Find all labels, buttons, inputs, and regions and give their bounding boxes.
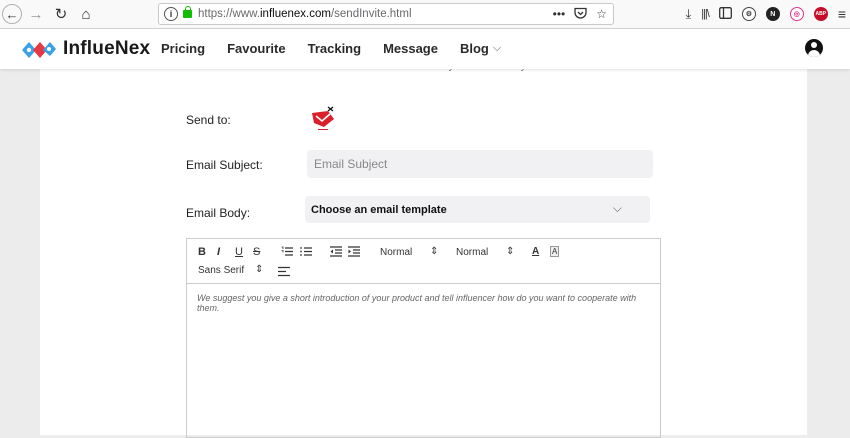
reload-icon[interactable]: ↻ [50, 3, 72, 25]
select-arrows-icon: ⇕ [255, 264, 264, 275]
user-account-icon[interactable] [805, 39, 823, 57]
download-icon[interactable]: ⤓ [685, 6, 691, 22]
email-template-select-value: Choose an email template [311, 203, 447, 216]
url-text[interactable]: https://www.influenex.com/sendInvite.htm… [198, 8, 412, 20]
home-icon[interactable]: ⌂ [75, 3, 97, 25]
main-menu: Pricing Favourite Tracking Message Blog ⌵ [161, 41, 545, 56]
extension-icon-2[interactable]: N [765, 7, 780, 21]
outdent-icon[interactable] [330, 246, 342, 260]
select-arrows-icon: ⇕ [430, 246, 439, 257]
heading-select-value: Normal [380, 247, 413, 258]
url-prefix: https://www. [198, 8, 260, 20]
pocket-icon[interactable] [574, 7, 587, 22]
editor-body[interactable]: We suggest you give a short introduction… [187, 284, 660, 322]
library-icon[interactable]: |||\ [701, 8, 710, 20]
size-select-value: Normal [456, 247, 489, 258]
indent-icon[interactable] [348, 246, 360, 260]
editor-toolbar: B I U S Normal ⇕ Normal ⇕ A A Sans Serif ⇕ [187, 239, 660, 284]
email-subject-input[interactable] [307, 150, 653, 178]
bold-button[interactable]: B [198, 246, 206, 258]
info-icon[interactable]: i [164, 7, 178, 21]
menu-item-message[interactable]: Message [383, 41, 438, 56]
background-color-icon[interactable]: A [550, 246, 560, 257]
back-icon[interactable]: ← [2, 4, 22, 24]
hamburger-menu-icon[interactable]: ≡ [838, 6, 846, 22]
abp-icon[interactable]: ABP [813, 7, 828, 21]
ordered-list-icon[interactable] [281, 246, 293, 260]
logo-icon[interactable] [19, 38, 57, 60]
menu-item-favourite[interactable]: Favourite [227, 41, 286, 56]
align-icon[interactable] [278, 266, 290, 280]
rich-text-editor: B I U S Normal ⇕ Normal ⇕ A A Sans Serif ⇕ [186, 238, 661, 438]
site-header: InflueNex Pricing Favourite Tracking Mes… [0, 29, 850, 69]
menu-item-blog[interactable]: Blog ⌵ [460, 41, 523, 56]
url-path: /sendInvite.html [330, 8, 412, 20]
font-select[interactable]: Sans Serif ⇕ [198, 264, 263, 276]
email-body-label: Email Body: [186, 206, 251, 220]
url-domain: influenex.com [260, 8, 331, 20]
chevron-down-icon: ⌵ [612, 201, 622, 215]
lock-icon [183, 6, 192, 18]
extension-icon-1[interactable]: ⚙ [741, 7, 756, 21]
select-arrows-icon: ⇕ [506, 246, 515, 257]
menu-item-tracking[interactable]: Tracking [308, 41, 361, 56]
menu-item-pricing[interactable]: Pricing [161, 41, 205, 56]
browser-toolbar: ← → ↻ ⌂ i https://www.influenex.com/send… [0, 0, 850, 29]
chevron-down-icon: ⌵ [492, 42, 502, 54]
sidebar-icon[interactable] [718, 6, 732, 22]
forward-icon[interactable]: → [25, 3, 47, 25]
recipient-avatar [312, 106, 334, 130]
italic-button[interactable]: I [217, 246, 220, 258]
font-select-value: Sans Serif [198, 265, 245, 276]
editor-placeholder: We suggest you give a short introduction… [197, 293, 637, 313]
heading-select[interactable]: Normal ⇕ [380, 246, 438, 258]
extension-icon-3[interactable]: ◎ [789, 7, 804, 21]
logo-text[interactable]: InflueNex [63, 38, 150, 60]
underline-button[interactable]: U [235, 246, 243, 258]
send-invite-form: This email will be sent to influencer's … [40, 61, 807, 438]
strike-button[interactable]: S [253, 246, 260, 258]
bullet-list-icon[interactable] [300, 246, 312, 260]
email-template-select[interactable]: Choose an email template ⌵ [305, 196, 650, 223]
size-select[interactable]: Normal ⇕ [456, 246, 514, 258]
email-subject-label: Email Subject: [186, 158, 263, 172]
send-to-label: Send to: [186, 113, 231, 127]
more-icon[interactable]: ••• [553, 7, 566, 21]
text-color-icon[interactable]: A [532, 246, 539, 257]
address-bar[interactable]: i https://www.influenex.com/sendInvite.h… [158, 3, 614, 25]
menu-item-blog-label: Blog [459, 41, 489, 56]
bookmark-star-icon[interactable]: ☆ [596, 7, 607, 21]
